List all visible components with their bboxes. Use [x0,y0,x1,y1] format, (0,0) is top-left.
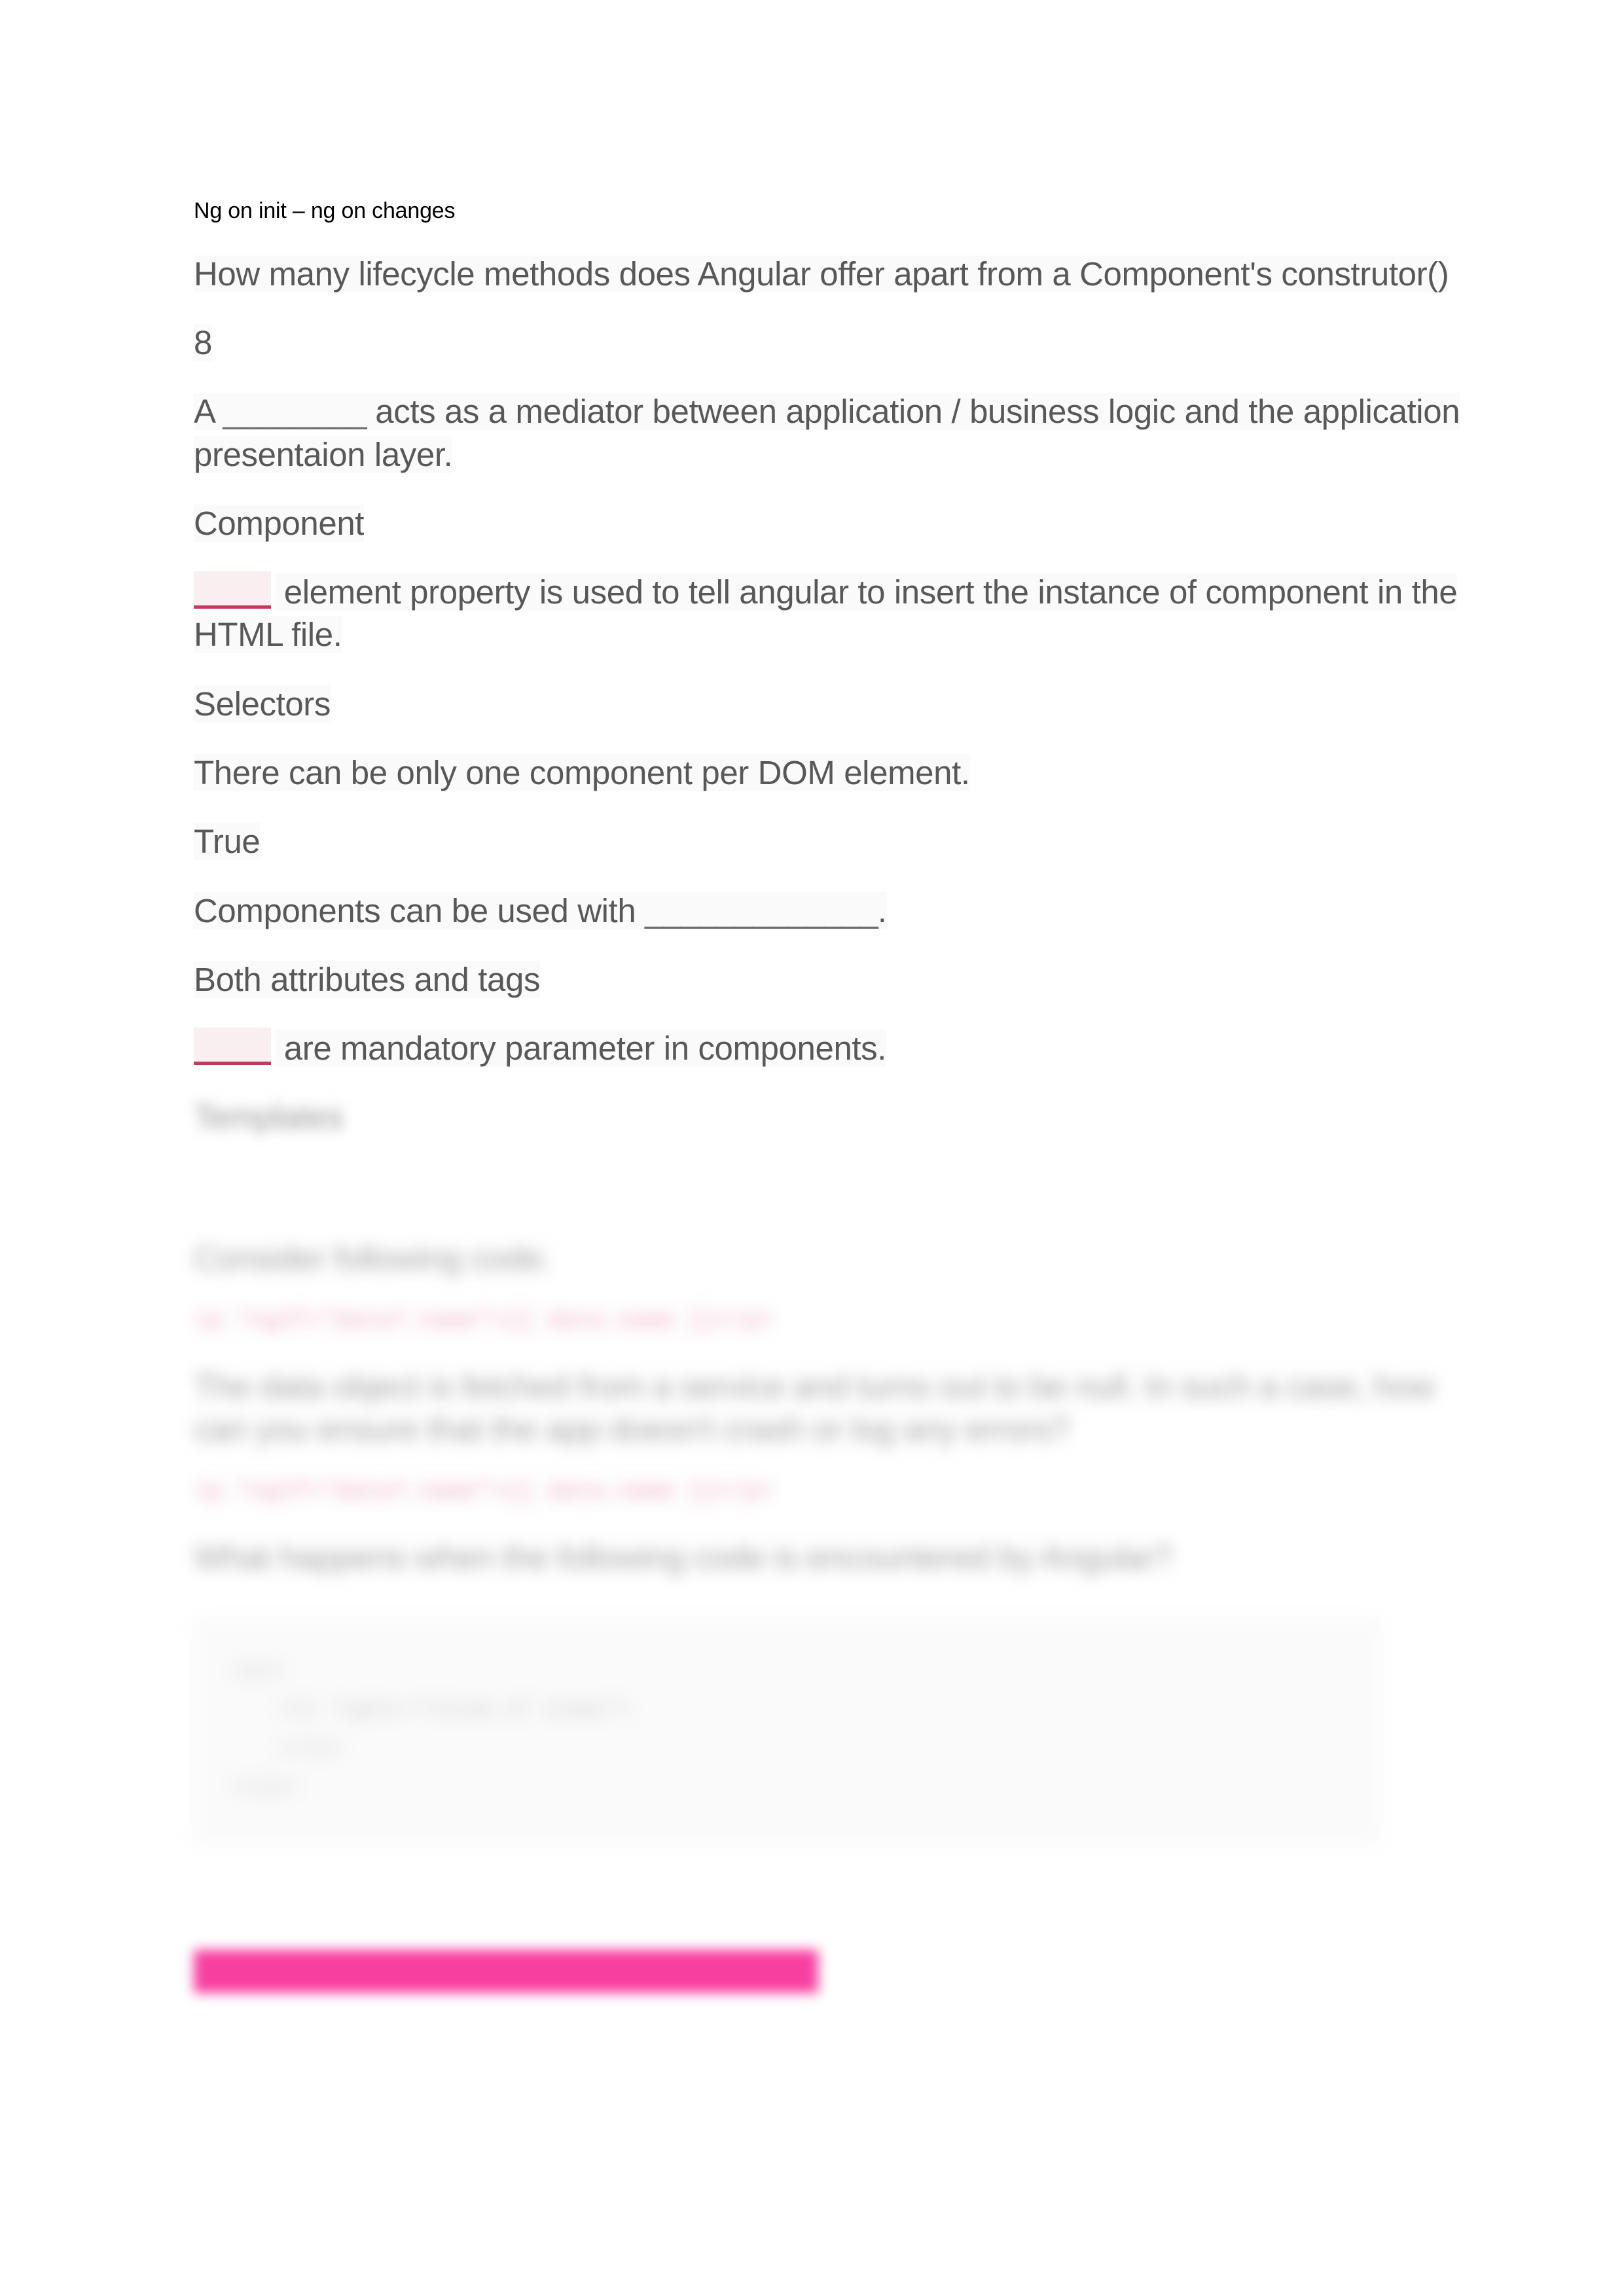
code-line: <ul> [233,1659,283,1684]
question-suffix: acts as a mediator between application /… [194,393,1460,473]
answer-block: Selectors [194,683,1460,725]
running-header: Ng on init – ng on changes [194,198,456,223]
blurred-section: Consider following code. <p *ngIf="data?… [194,1237,1460,1994]
blank-pink-highlight [194,1028,271,1066]
answer-text: Both attributes and tags [194,960,541,998]
blank-pink-highlight [194,571,271,609]
blurred-code-line: <p *ngIf="data?.name">{{ data.name }}</p… [194,1305,774,1336]
code-line: </li> [279,1736,342,1761]
question-text: How many lifecycle methods does Angular … [194,255,1449,293]
code-panel: <ul> <li *ngFor="#item of items"> </li> … [194,1618,1382,1846]
question-block: Components can be used with ____________… [194,889,1460,932]
document-body: Ng on init – ng on changes How many life… [194,196,1460,1994]
answer-block: Component [194,502,1460,545]
blank-underscore: ________ [223,393,367,431]
answer-text: Templates [194,1098,344,1136]
answer-text: Selectors [194,685,331,723]
question-block: element property is used to tell angular… [194,571,1460,656]
question-prefix: Components can be used with [194,891,645,929]
question-text: There can be only one component per DOM … [194,754,970,792]
question-block: are mandatory parameter in components. [194,1027,1460,1069]
code-line: </ul> [233,1775,297,1800]
answer-block: 8 [194,321,1460,364]
footer-highlight-text: It will throw an error as the syntax use… [194,1950,818,1994]
blurred-intro-text: Consider following code. [194,1239,552,1277]
blank-underscore: _____________ [645,891,878,929]
blurred-question-text: The data object is fetched from a servic… [194,1367,1435,1448]
question-block: There can be only one component per DOM … [194,751,1460,794]
answer-text: 8 [194,324,212,362]
document-page: Ng on init – ng on changes How many life… [0,0,1624,2296]
code-line: <li *ngFor="#item of items"> [279,1698,631,1723]
question-suffix: . [877,891,887,929]
question-fill-in-blank: Components can be used with ____________… [194,891,887,929]
answer-text: True [194,823,261,861]
answer-text: Component [194,504,365,542]
question-prefix: A [194,393,223,431]
answer-block: True [194,820,1460,863]
question-block: A ________ acts as a mediator between ap… [194,390,1460,476]
answer-block-blurred: Templates [194,1096,1460,1138]
question-suffix: element property is used to tell angular… [194,573,1458,654]
blurred-question-text: What happens when the following code is … [194,1539,1172,1576]
answer-block: Both attributes and tags [194,958,1460,1001]
footer-highlight-wrapper: It will throw an error as the syntax use… [194,1845,1460,1994]
blurred-code-line: <p *ngIf="data?.name">{{ data.name }}</p… [194,1477,774,1507]
question-suffix: are mandatory parameter in components. [275,1030,887,1067]
question-fill-in-blank: A ________ acts as a mediator between ap… [194,393,1460,473]
question-block: How many lifecycle methods does Angular … [194,253,1460,295]
